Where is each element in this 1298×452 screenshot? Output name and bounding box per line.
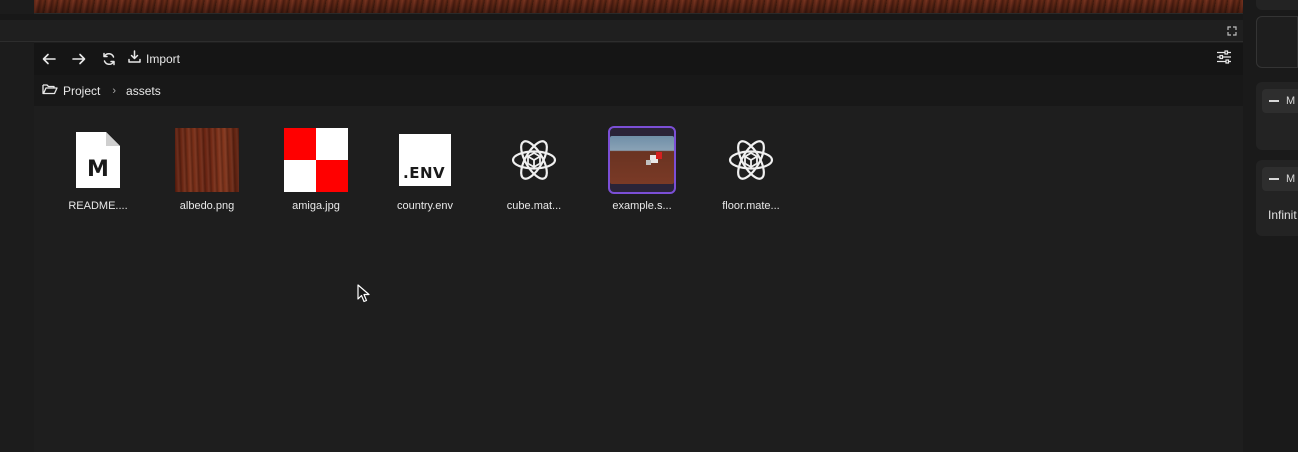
file-label: README.... [68,200,128,212]
section-header[interactable]: M [1262,89,1298,113]
inspector-card-top [1256,0,1298,10]
asset-toolbar: Import [34,43,1243,75]
file-item-floor-material[interactable]: floor.mate... [709,126,793,222]
env-file-icon: .ENV [399,134,451,186]
breadcrumb-root-label: Project [63,83,101,98]
file-thumbnail: M [64,126,132,194]
file-label: cube.mat... [506,200,562,212]
breadcrumb-assets[interactable]: assets [126,84,161,98]
file-label: floor.mate... [722,200,780,212]
refresh-icon [102,52,116,66]
file-thumbnail-selected [608,126,676,194]
download-icon [128,50,141,68]
file-item-example-scene[interactable]: example.s... [600,126,684,222]
mouse-cursor-icon [357,284,370,303]
breadcrumb: Project › assets [34,75,1243,106]
material-atom-icon [728,140,774,180]
inspector-section: M Infinit [1256,160,1298,236]
arrow-left-icon [42,53,56,65]
inspector-section: M [1256,82,1298,150]
file-label: amiga.jpg [292,200,340,212]
file-label: albedo.png [179,200,235,212]
breadcrumb-project[interactable]: Project [42,83,100,98]
env-icon-text: .ENV [403,164,446,182]
file-item-amiga[interactable]: amiga.jpg [274,126,358,222]
refresh-button[interactable] [94,43,124,75]
back-button[interactable] [34,43,64,75]
arrow-right-icon [72,53,86,65]
asset-grid: M README.... albedo.png amiga.jpg .ENV c… [34,106,1243,452]
inspector-preview-card [1256,16,1298,68]
file-item-cube-material[interactable]: cube.mat... [492,126,576,222]
material-atom-icon [511,140,557,180]
file-item-readme[interactable]: M README.... [56,126,140,222]
assets-panel-header [0,20,1243,42]
file-thumbnail: .ENV [391,126,459,194]
file-label: example.s... [612,200,672,212]
section-value: Infinit [1268,208,1297,222]
checker-texture-preview [284,128,348,192]
section-title: M [1286,173,1296,185]
forward-button[interactable] [64,43,94,75]
file-item-albedo[interactable]: albedo.png [165,126,249,222]
breadcrumb-current-label: assets [126,83,161,98]
maximize-icon[interactable] [1227,26,1237,36]
folder-open-icon [42,83,58,98]
inspector-panel: M M Infinit [1243,0,1298,452]
filter-settings-button[interactable] [1213,43,1235,75]
left-gutter [0,0,34,452]
collapse-icon[interactable] [1269,100,1279,102]
import-label: Import [146,52,181,66]
collapse-icon[interactable] [1269,178,1279,180]
file-item-country-env[interactable]: .ENV country.env [383,126,467,222]
file-thumbnail [717,126,785,194]
file-thumbnail [500,126,568,194]
section-title: M [1286,95,1296,107]
markdown-glyph: M [87,157,109,182]
file-thumbnail [173,126,241,194]
section-header[interactable]: M [1262,167,1298,191]
import-button[interactable]: Import [128,43,180,75]
file-label: country.env [396,200,454,212]
sliders-icon [1216,49,1232,69]
markdown-file-icon: M [76,132,120,188]
file-thumbnail [282,126,350,194]
scene-preview [610,136,674,184]
wood-texture-preview [175,128,239,192]
viewport-preview[interactable] [34,0,1243,14]
breadcrumb-separator: › [112,84,117,97]
